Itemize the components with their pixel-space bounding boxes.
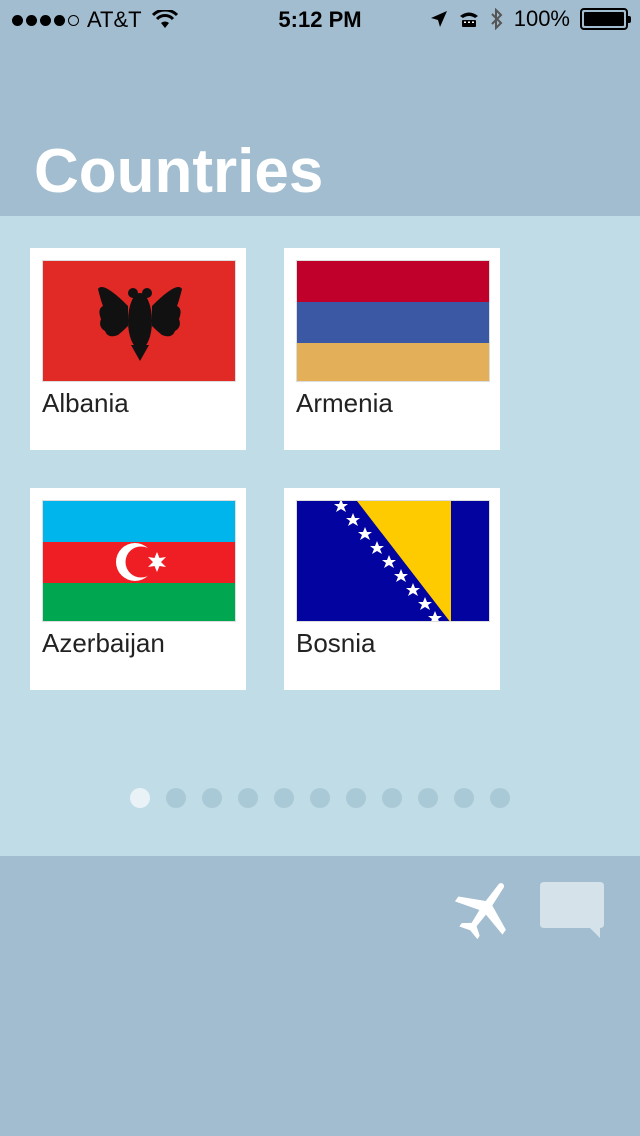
page-dot[interactable] [202,788,222,808]
country-card-azerbaijan[interactable]: Azerbaijan [30,488,246,690]
bosnia-flag [296,500,490,622]
location-arrow-icon [430,11,447,27]
status-bar: AT&T 5:12 PM 100% [0,0,640,40]
azerbaijan-flag [42,500,236,622]
armenia-flag [296,260,490,382]
country-card-albania[interactable]: Albania [30,248,246,450]
country-card-armenia[interactable]: Armenia [284,248,500,450]
page-dot[interactable] [310,788,330,808]
page-dot[interactable] [490,788,510,808]
page-indicator[interactable] [0,788,640,808]
page-dot[interactable] [346,788,366,808]
battery-percent: 100% [513,6,570,31]
chat-bubble-icon[interactable] [540,882,604,938]
page-title: Countries [34,137,324,206]
page-dot[interactable] [454,788,474,808]
bluetooth-icon [491,8,503,30]
countries-grid: Albania Armenia Azerbaijan Bosnia [0,216,640,856]
albania-flag [42,260,236,382]
country-label: Azerbaijan [42,628,165,658]
page-dot[interactable] [382,788,402,808]
country-label: Armenia [296,388,393,418]
page-dot[interactable] [238,788,258,808]
page-dot[interactable] [166,788,186,808]
bottom-toolbar [0,856,640,1136]
battery-icon [580,8,631,30]
country-label: Albania [42,388,129,418]
tty-icon [459,12,478,27]
airplane-icon[interactable] [452,876,518,942]
country-label: Bosnia [296,628,376,658]
page-dot[interactable] [130,788,150,808]
page-dot[interactable] [274,788,294,808]
page-dot[interactable] [418,788,438,808]
country-card-bosnia[interactable]: Bosnia [284,488,500,690]
